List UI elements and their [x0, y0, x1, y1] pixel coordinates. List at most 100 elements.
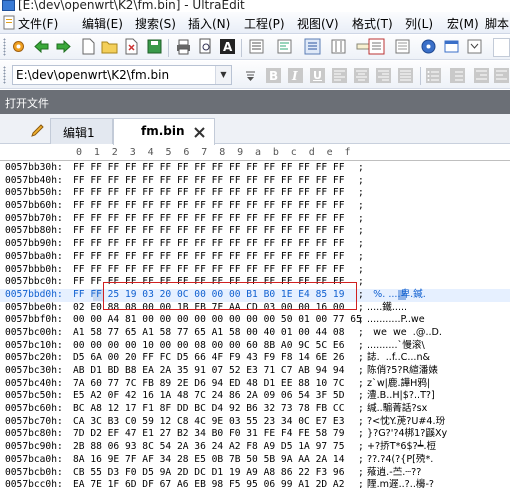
hex-row[interactable]: 0057bc30h: AB D1 BD B8 EA 2A 35 91 07 52 … [0, 365, 510, 378]
hex-row-bytes[interactable]: FF FF FF FF FF FF FF FF FF FF FF FF FF F… [73, 187, 344, 200]
column-mode-icon[interactable] [330, 38, 347, 55]
hex-row[interactable]: 0057bc50h: E5 A2 0F 42 16 1A 48 7C 24 86 … [0, 390, 510, 403]
back-arrow-icon[interactable] [33, 38, 50, 55]
hex-row-ascii[interactable]: 陈俏?5?R縇潘婊 [367, 365, 438, 378]
hex-row-ascii[interactable]: +?挢T*6$?┷.梪 [367, 441, 436, 454]
chevron-down-icon[interactable]: ▼ [215, 66, 231, 84]
hex-row[interactable]: 0057bc40h: 7A 60 77 7C FB 89 2E D6 94 ED … [0, 378, 510, 391]
hex-row[interactable]: 0057bb70h: FF FF FF FF FF FF FF FF FF FF … [0, 213, 510, 226]
hex-row[interactable]: 0057bb30h: FF FF FF FF FF FF FF FF FF FF … [0, 162, 510, 175]
hex-row-bytes[interactable]: FF FF FF FF FF FF FF FF FF FF FF FF FF F… [73, 175, 344, 188]
toolbar-grip[interactable] [3, 38, 6, 56]
numbered-list-icon[interactable] [449, 67, 466, 84]
hex-row-bytes[interactable]: 2B 88 06 93 8C 54 2A 36 24 A2 F8 A9 D5 1… [73, 441, 344, 454]
hex-row[interactable]: 0057bb80h: FF FF FF FF FF FF FF FF FF FF … [0, 225, 510, 238]
gear-icon[interactable] [10, 38, 27, 55]
underline-icon[interactable]: U [309, 67, 326, 84]
close-file-icon[interactable] [123, 38, 140, 55]
justify-icon[interactable] [397, 67, 414, 84]
menu-insert[interactable]: 插入(N) [188, 15, 230, 32]
hex-row[interactable]: 0057bb90h: FF FF FF FF FF FF FF FF FF FF … [0, 238, 510, 251]
hex-row[interactable]: 0057bb60h: FF FF FF FF FF FF FF FF FF FF … [0, 200, 510, 213]
hex-row-ascii[interactable]: %. ....卑.鍼. [367, 289, 426, 302]
hex-row-bytes[interactable]: FF FF FF FF FF FF FF FF FF FF FF FF FF F… [73, 238, 344, 251]
italic-icon[interactable]: I [287, 67, 304, 84]
hex-row-bytes[interactable]: FF FF FF FF FF FF FF FF FF FF FF FF FF F… [73, 162, 344, 175]
menu-search[interactable]: 搜索(S) [135, 15, 176, 32]
hex-row-ascii[interactable]: ?<忱Y.萀?U#4.玢 [367, 416, 445, 429]
hex-row-ascii[interactable]: ..........`慢滚\ [367, 340, 425, 353]
hex-row-ascii[interactable]: .....鐵..... [367, 302, 407, 315]
menu-edit[interactable]: 编辑(E) [82, 15, 123, 32]
menu-project[interactable]: 工程(P) [244, 15, 285, 32]
hex-row-ascii[interactable]: we we .@..D. [367, 327, 442, 340]
hex-row-bytes[interactable]: EA 7E 1F 6D DF 67 A6 EB 98 F5 95 06 99 A… [73, 479, 344, 488]
word-wrap-icon[interactable] [276, 38, 293, 55]
hex-row[interactable]: 0057bc90h: 2B 88 06 93 8C 54 2A 36 24 A2 … [0, 441, 510, 454]
hex-row[interactable]: 0057bbb0h: FF FF FF FF FF FF FF FF FF FF … [0, 264, 510, 277]
hex-row-bytes[interactable]: FF FF FF FF FF FF FF FF FF FF FF FF FF F… [73, 213, 344, 226]
hex-row[interactable]: 0057bc70h: CA 3C B3 C0 59 12 C8 4C 9E 03 … [0, 416, 510, 429]
hex-row-ascii[interactable]: z`w|鹿.譁H鸦| [367, 378, 430, 391]
hex-mode-icon[interactable] [304, 38, 321, 55]
scroll-down-icon[interactable] [242, 67, 259, 84]
save-icon[interactable] [146, 38, 163, 55]
hex-editor[interactable]: 0123456789abcdef 0057bb30h: FF FF FF FF F… [0, 145, 510, 488]
hex-row-bytes[interactable]: A1 58 77 65 A1 58 77 65 A1 58 00 40 01 0… [73, 327, 344, 340]
tab-fm-bin[interactable]: fm.bin [113, 118, 215, 145]
hex-row-bytes[interactable]: FF FF FF FF FF FF FF FF FF FF FF FF FF F… [73, 264, 344, 277]
hex-row-ascii[interactable]: ...........P..we [367, 314, 425, 327]
outdent-icon[interactable] [493, 67, 510, 84]
hex-row-bytes[interactable]: E5 A2 0F 42 16 1A 48 7C 24 86 2A 09 06 5… [73, 390, 344, 403]
hex-row-bytes[interactable]: FF FF FF FF FF FF FF FF FF FF FF FF FF F… [73, 200, 344, 213]
hex-row-bytes[interactable]: FF FF FF FF FF FF FF FF FF FF FF FF FF F… [73, 251, 344, 264]
hex-row[interactable]: 0057bb50h: FF FF FF FF FF FF FF FF FF FF … [0, 187, 510, 200]
hex-row[interactable]: 0057bba0h: FF FF FF FF FF FF FF FF FF FF … [0, 251, 510, 264]
hex-row-bytes[interactable]: 7D D2 EF 47 E1 27 B2 34 B0 F0 31 FE F4 F… [73, 428, 344, 441]
hex-row-ascii[interactable]: 陻.m遟..?..櫋-? [367, 479, 434, 488]
hex-row-bytes[interactable]: 8A 16 9E 7F AF 34 28 E5 0B 7B 50 5B 9A A… [73, 454, 344, 467]
menu-format[interactable]: 格式(T) [352, 15, 393, 32]
bullet-list-icon[interactable] [425, 67, 442, 84]
hex-row[interactable]: 0057bc60h: BC A8 12 17 F1 8F DD BC D4 92 … [0, 403, 510, 416]
hex-row-ascii[interactable]: ??.?4(?{P[殑*. [367, 454, 433, 467]
file-path-combobox[interactable]: E:\dev\openwrt\K2\fm.bin ▼ [12, 65, 232, 85]
hex-row-ascii[interactable]: 澧.B..H|$?..T?] [367, 390, 435, 403]
hex-row-bytes[interactable]: 00 00 A4 81 00 00 00 00 00 00 00 00 50 0… [73, 314, 362, 327]
align-left-icon[interactable] [331, 67, 348, 84]
toolbar-overflow[interactable] [493, 38, 510, 57]
align-right-icon[interactable] [375, 67, 392, 84]
window-icon[interactable] [443, 38, 460, 55]
bold-icon[interactable]: B [265, 67, 282, 84]
hex-row[interactable]: 0057bc00h: A1 58 77 65 A1 58 77 65 A1 58 … [0, 327, 510, 340]
toolbar-grip[interactable] [3, 66, 6, 84]
hex-row-bytes[interactable]: 00 00 00 00 10 00 00 08 00 00 60 8B A0 9… [73, 340, 344, 353]
pencil-icon[interactable] [30, 123, 45, 138]
new-file-icon[interactable] [80, 38, 97, 55]
menu-macro[interactable]: 宏(M) [447, 15, 479, 32]
hex-row[interactable]: 0057bcc0h: EA 7E 1F 6D DF 67 A6 EB 98 F5 … [0, 479, 510, 488]
print-preview-icon[interactable] [197, 38, 214, 55]
hex-row-bytes[interactable]: CA 3C B3 C0 59 12 C8 4C 9E 03 55 23 34 0… [73, 416, 344, 429]
hex-row-bytes[interactable]: CB 55 D3 F0 D5 9A 2D DC D1 19 A9 A8 86 2… [73, 467, 344, 480]
menu-script[interactable]: 脚本 [485, 15, 509, 32]
hex-row-bytes[interactable]: 7A 60 77 7C FB 89 2E D6 94 ED 48 D1 EE 8… [73, 378, 344, 391]
list-icon[interactable] [248, 38, 265, 55]
hex-row-ascii[interactable]: 薞逍.-苎.┄?? [367, 467, 421, 480]
hex-row[interactable]: 0057bc10h: 00 00 00 00 10 00 00 08 00 00 … [0, 340, 510, 353]
toolbar-options-icon[interactable] [466, 38, 483, 55]
document-menu-icon[interactable] [2, 15, 17, 30]
hex-row[interactable]: 0057bbf0h: 00 00 A4 81 00 00 00 00 00 00 … [0, 314, 510, 327]
indent-icon[interactable] [473, 67, 490, 84]
hex-row-ascii[interactable]: 誌. ..f..C...n& [367, 352, 430, 365]
outline-icon[interactable] [368, 38, 385, 55]
hex-row-ascii[interactable]: }?G?'?4梆1?鼷Xy [367, 428, 447, 441]
menu-view[interactable]: 视图(V) [297, 15, 339, 32]
hex-row[interactable]: 0057bca0h: 8A 16 9E 7F AF 34 28 E5 0B 7B … [0, 454, 510, 467]
hex-row-bytes[interactable]: AB D1 BD B8 EA 2A 35 91 07 52 E3 71 C7 A… [73, 365, 344, 378]
hex-row-bytes[interactable]: BC A8 12 17 F1 8F DD BC D4 92 B6 32 73 7… [73, 403, 344, 416]
settings-circle-icon[interactable] [420, 38, 437, 55]
menu-column[interactable]: 列(L) [405, 15, 433, 32]
close-icon[interactable] [194, 127, 205, 138]
forward-arrow-icon[interactable] [55, 38, 72, 55]
